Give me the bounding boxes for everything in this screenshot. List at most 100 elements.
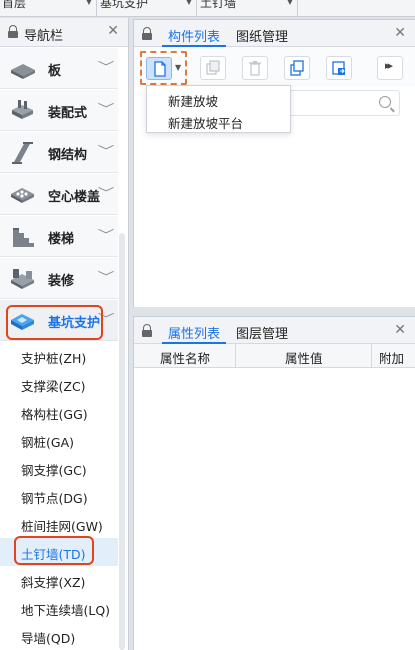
column-header-extra: 附加 [379, 351, 405, 366]
dropdown-arrow-icon: ▼ [286, 0, 293, 6]
new-component-button[interactable] [146, 57, 172, 80]
tab-layer-management[interactable]: 图层管理 [236, 323, 288, 342]
chevron-down-icon: ﹀ [97, 228, 115, 242]
dropdown-arrow-icon[interactable]: ▼ [175, 63, 181, 72]
lock-icon[interactable] [142, 324, 152, 338]
nav-subitem[interactable]: 格构柱(GG) [0, 398, 118, 426]
nav-subitem[interactable]: 斜支撑(XZ) [0, 566, 118, 594]
new-button-highlight: ▼ [140, 51, 187, 85]
nav-subitem-label: 钢支撑(GC) [21, 463, 87, 478]
property-list-panel: 属性列表 图层管理 ✕ 属性名称 属性值 附加 [133, 316, 415, 650]
nav-subitem-label: 钢桩(GA) [21, 435, 74, 450]
nav-subitem-label: 支护桩(ZH) [21, 351, 87, 366]
floor-selector-bar: 首层 ▼ 基坑支护 ▼ 土钉墙 ▼ [0, 0, 415, 17]
nav-subitem-label: 支撑梁(ZC) [21, 379, 86, 394]
new-file-icon [154, 61, 166, 77]
scrollbar[interactable] [119, 233, 125, 650]
floor-select-value: 首层 [2, 0, 27, 10]
chevron-down-icon: ﹀ [97, 270, 115, 284]
lock-icon[interactable] [142, 27, 152, 41]
nav-category-label: 空心楼盖 [48, 190, 101, 205]
prefab-icon [12, 100, 33, 119]
close-icon[interactable]: ✕ [107, 23, 119, 39]
column-divider [235, 344, 236, 368]
export-icon [332, 61, 345, 75]
component-toolbar: ▼ ▸▸ [134, 47, 415, 87]
nav-subitem[interactable]: 导墙(QD) [0, 622, 118, 650]
nav-subitem-label: 格构柱(GG) [21, 407, 88, 422]
decoration-icon [11, 269, 34, 289]
highlight-annotation [14, 536, 94, 565]
nav-category-slab[interactable]: 板 ﹀ [0, 48, 118, 89]
copy-layers-icon [290, 60, 304, 76]
chevron-down-icon: ﹀ [97, 144, 115, 158]
property-panel-tabs: 属性列表 图层管理 ✕ [134, 317, 415, 344]
tab-drawing-management[interactable]: 图纸管理 [236, 26, 288, 45]
property-table-header: 属性名称 属性值 附加 [134, 344, 415, 368]
chevron-right-icon: ▸▸ [385, 59, 393, 72]
navigation-panel: 导航栏 ✕ 板 ﹀ 装配式 ﹀ 钢结构 ﹀ 空心楼盖 ﹀ 楼梯 ﹀ 装修 ﹀ 基… [0, 18, 129, 650]
nav-subitem[interactable]: 钢节点(DG) [0, 482, 118, 510]
nav-subitem[interactable]: 桩间挂网(GW) [0, 510, 118, 538]
navigation-panel-header: 导航栏 ✕ [0, 18, 128, 47]
new-component-dropdown: 新建放坡 新建放坡平台 [146, 85, 291, 133]
nav-category-steel-structure[interactable]: 钢结构 ﹀ [0, 132, 118, 173]
nav-subitem[interactable]: 支护桩(ZH) [0, 342, 118, 370]
nav-category-label: 楼梯 [48, 232, 75, 247]
nav-subitem-label: 桩间挂网(GW) [21, 519, 103, 534]
nav-subitem[interactable]: 钢支撑(GC) [0, 454, 118, 482]
nav-subitem-label: 斜支撑(XZ) [21, 575, 86, 590]
component-type-select-value: 土钉墙 [200, 0, 237, 10]
nav-category-label: 装配式 [48, 106, 88, 121]
export-button[interactable] [326, 56, 352, 80]
nav-category-label: 装修 [48, 274, 75, 289]
delete-button[interactable] [242, 56, 268, 80]
dropdown-arrow-icon: ▼ [85, 0, 92, 6]
highlight-annotation [6, 305, 103, 340]
component-panel-tabs: 构件列表 图纸管理 ✕ [134, 20, 415, 47]
close-icon[interactable]: ✕ [394, 322, 406, 338]
nav-category-label: 钢结构 [48, 148, 88, 163]
nav-category-prefab[interactable]: 装配式 ﹀ [0, 90, 118, 131]
trash-icon [249, 61, 261, 76]
nav-category-decoration[interactable]: 装修 ﹀ [0, 258, 118, 299]
copy-button[interactable] [200, 56, 226, 80]
nav-subitem[interactable]: 钢桩(GA) [0, 426, 118, 454]
column-divider [371, 344, 372, 368]
nav-subitem-label: 钢节点(DG) [21, 491, 88, 506]
column-header-property-value: 属性值 [285, 351, 323, 366]
component-select[interactable] [299, 0, 415, 16]
nav-subitem-label: 地下连续墙(LQ) [21, 603, 111, 618]
component-type-select[interactable]: 土钉墙 ▼ [198, 0, 298, 16]
tab-component-list[interactable]: 构件列表 [168, 26, 220, 45]
copy-to-floor-button[interactable] [284, 56, 310, 80]
close-icon[interactable]: ✕ [394, 25, 406, 41]
lock-icon[interactable] [8, 25, 18, 39]
hollow-floor-icon [11, 188, 34, 203]
nav-subitem[interactable]: 支撑梁(ZC) [0, 370, 118, 398]
category-select-value: 基坑支护 [100, 0, 149, 10]
nav-category-hollow-floor[interactable]: 空心楼盖 ﹀ [0, 174, 118, 215]
navigation-panel-title: 导航栏 [24, 29, 64, 44]
category-select[interactable]: 基坑支护 ▼ [98, 0, 197, 16]
chevron-down-icon: ﹀ [97, 60, 115, 74]
tab-property-list[interactable]: 属性列表 [168, 323, 220, 342]
steel-structure-icon [12, 142, 33, 164]
nav-subitem[interactable]: 地下连续墙(LQ) [0, 594, 118, 622]
menu-item-new-slope[interactable]: 新建放坡 [168, 91, 218, 110]
nav-category-stairs[interactable]: 楼梯 ﹀ [0, 216, 118, 257]
copy-icon [206, 60, 220, 75]
more-button[interactable]: ▸▸ [377, 56, 403, 80]
nav-subitem-label: 导墙(QD) [21, 631, 76, 646]
dropdown-arrow-icon: ▼ [185, 0, 192, 6]
floor-select[interactable]: 首层 ▼ [0, 0, 97, 16]
slab-icon [11, 64, 35, 79]
stairs-icon [13, 228, 34, 247]
menu-item-new-slope-platform[interactable]: 新建放坡平台 [168, 113, 243, 132]
nav-category-label: 板 [48, 64, 62, 79]
chevron-down-icon: ﹀ [97, 102, 115, 116]
chevron-down-icon: ﹀ [97, 186, 115, 200]
search-icon [379, 96, 391, 108]
column-header-property-name: 属性名称 [160, 351, 211, 366]
component-list-panel: 构件列表 图纸管理 ✕ ▼ ▸▸ [133, 19, 415, 307]
